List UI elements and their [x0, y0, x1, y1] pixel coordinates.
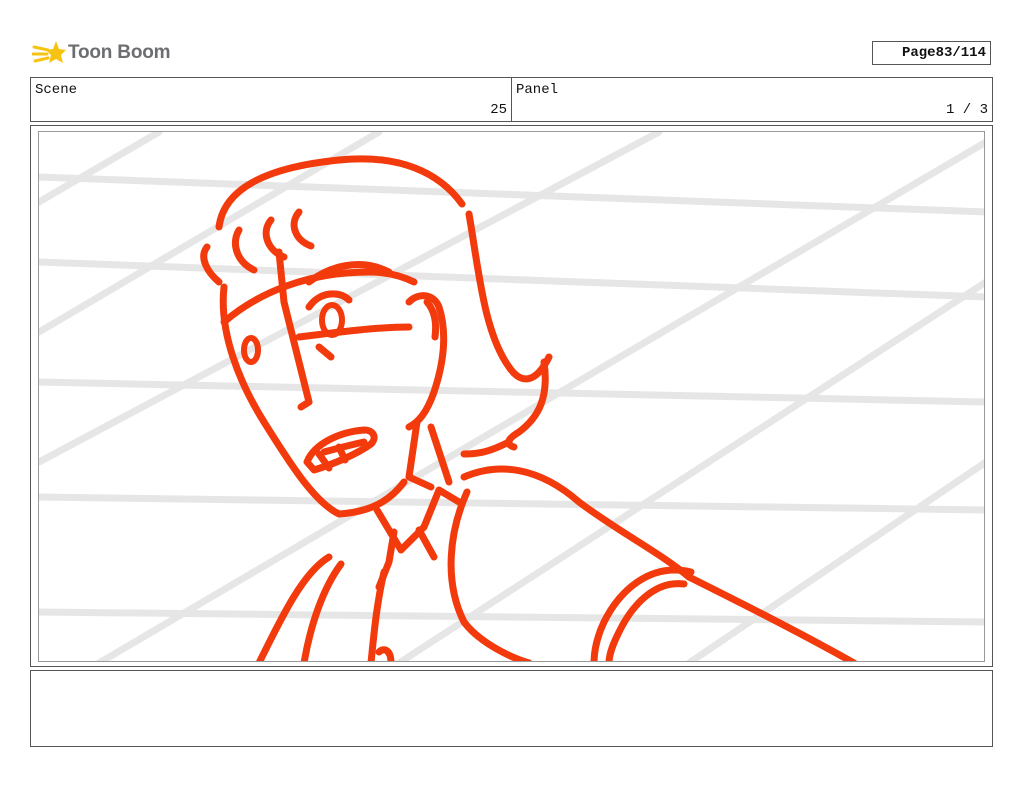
background-grid [39, 132, 984, 661]
comet-star-icon [32, 41, 66, 63]
scene-panel-info: Scene 25 Panel 1 / 3 [30, 77, 993, 122]
toon-boom-logo: Toon Boom [32, 36, 171, 70]
panel-frame [30, 125, 993, 667]
scene-label: Scene [35, 82, 78, 98]
panel-notes-box [30, 670, 993, 747]
logo-text: Toon Boom [68, 42, 171, 63]
page-indicator: Page 83/114 [872, 41, 991, 65]
page-label: Page [901, 45, 936, 61]
scene-cell: Scene 25 [31, 78, 512, 121]
page-value: 83/114 [935, 45, 986, 61]
panel-cell: Panel 1 / 3 [512, 78, 992, 121]
panel-drawing-area [38, 131, 985, 662]
panel-number: 1 / 3 [945, 102, 988, 118]
scene-number: 25 [490, 102, 507, 118]
panel-label: Panel [516, 82, 559, 98]
storyboard-sketch [39, 132, 984, 661]
